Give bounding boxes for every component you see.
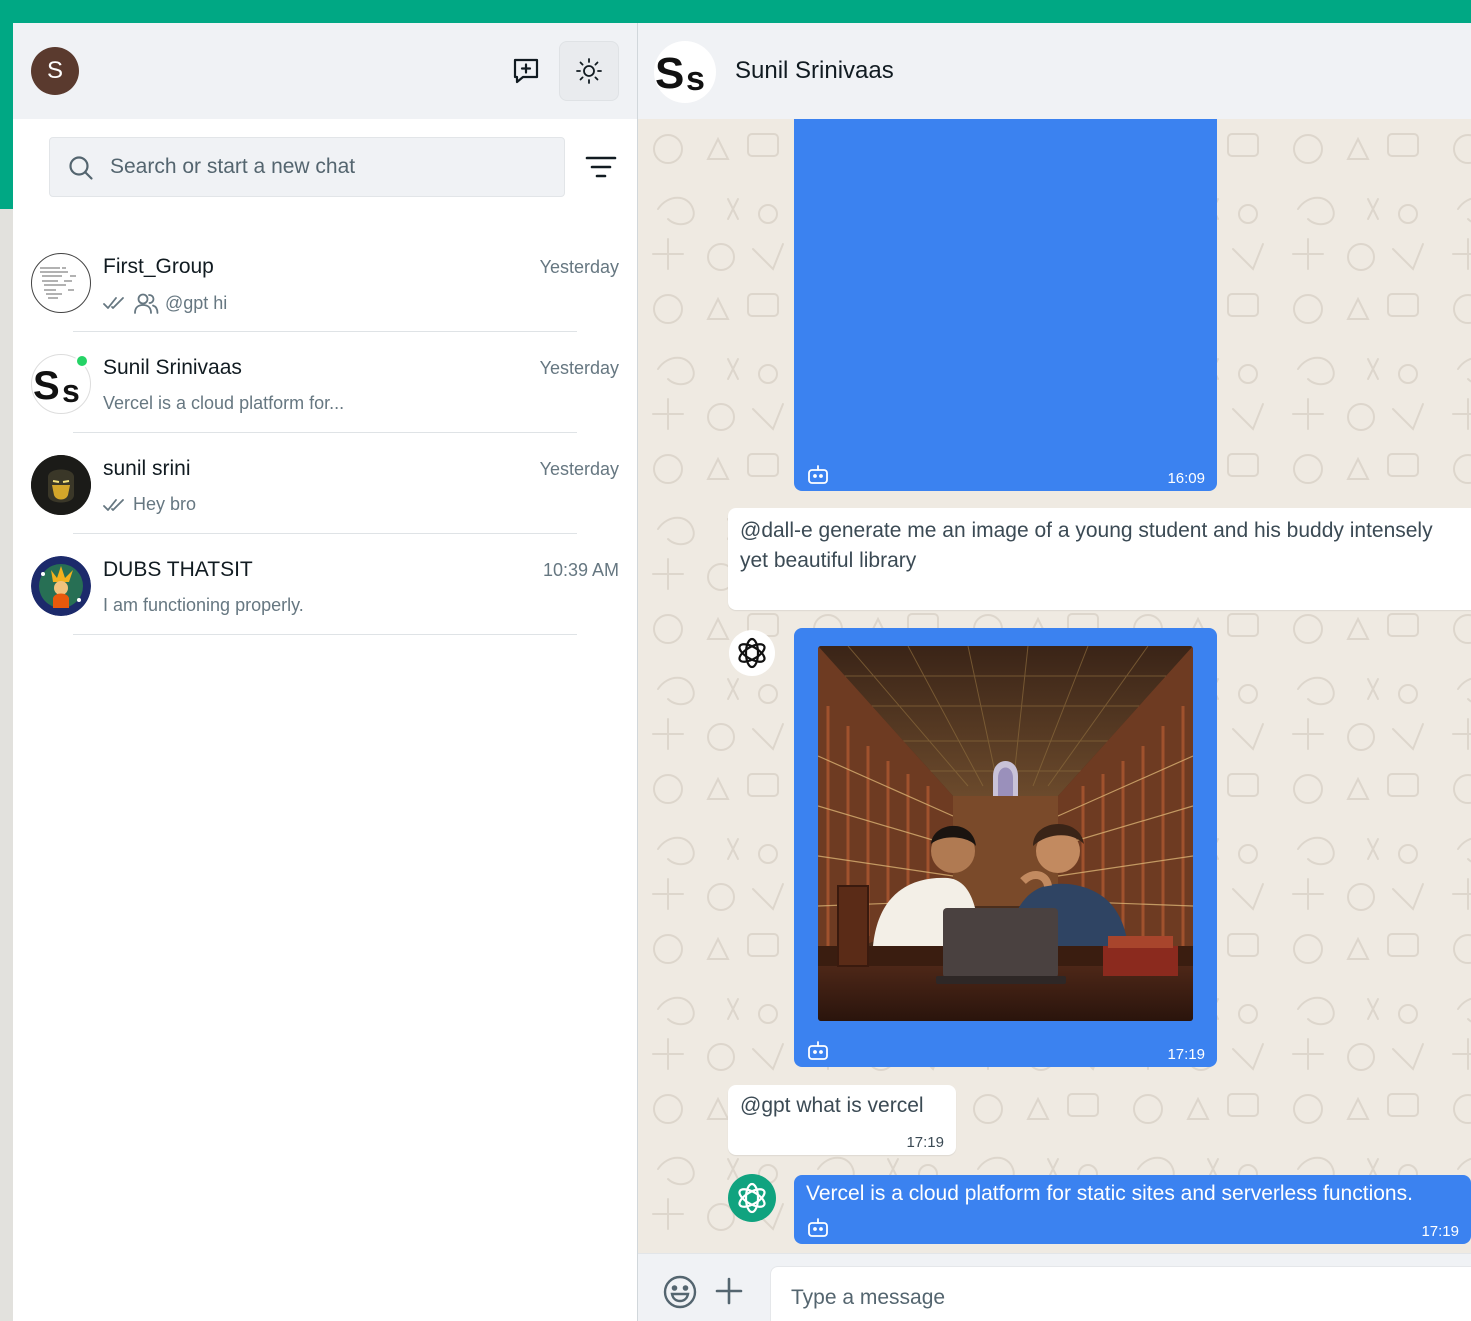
chat-time: 10:39 AM — [542, 560, 619, 580]
svg-text:S: S — [33, 364, 60, 408]
sun-icon — [576, 58, 602, 84]
message-time: 17:19 — [1167, 1046, 1205, 1063]
svg-text:s: s — [686, 60, 705, 98]
filter-button[interactable] — [581, 149, 621, 185]
chat-preview-text: I am functioning properly. — [103, 595, 304, 615]
chat-preview-text: Vercel is a cloud platform for... — [103, 393, 345, 413]
contact-avatar — [31, 556, 91, 616]
chat-name: DUBS THATSIT — [103, 558, 253, 581]
plus-icon[interactable] — [714, 1276, 744, 1306]
user-message[interactable]: @dall-e generate me an image of a young … — [728, 508, 1471, 610]
message-text: @gpt what is vercel — [740, 1094, 924, 1117]
svg-text:s: s — [62, 373, 80, 409]
openai-logo-icon — [738, 1182, 766, 1214]
online-indicator — [75, 354, 89, 368]
search-bar — [49, 137, 565, 197]
group-icon — [134, 293, 159, 314]
new-chat-button[interactable] — [496, 41, 556, 101]
chat-preview-text: Hey bro — [133, 494, 197, 514]
emoji-icon[interactable] — [662, 1274, 698, 1310]
sidebar: S Search or start a new chat First_Group… — [13, 23, 638, 1321]
sidebar-header: S — [13, 23, 637, 119]
chat-name: First_Group — [103, 255, 214, 278]
chat-time: Yesterday — [539, 257, 619, 277]
double-check-icon — [103, 297, 124, 309]
search-icon — [69, 156, 93, 180]
svg-text:S: S — [655, 49, 684, 98]
search-input[interactable] — [110, 138, 550, 196]
message-text: Vercel is a cloud platform for static si… — [806, 1182, 1413, 1205]
new-chat-icon — [513, 58, 539, 84]
double-check-icon — [103, 498, 124, 511]
openai-avatar — [729, 630, 775, 676]
contact-avatar — [31, 455, 91, 515]
openai-avatar — [728, 1174, 776, 1222]
message-input[interactable] — [770, 1266, 1471, 1321]
chat-preview: I am functioning properly. — [103, 595, 304, 616]
divider — [73, 634, 577, 635]
chat-preview: @gpt hi — [103, 292, 227, 314]
bot-icon — [808, 1218, 828, 1237]
conversation-header[interactable]: S s Sunil Srinivaas — [638, 23, 1471, 119]
bot-icon — [808, 1041, 828, 1060]
bot-image-message[interactable]: 16:09 — [794, 119, 1217, 491]
message-text: @dall-e generate me an image of a young … — [740, 519, 1433, 572]
openai-logo-icon — [738, 637, 766, 669]
message-time: 17:19 — [1421, 1223, 1459, 1240]
chat-list-item[interactable]: sunil srini Yesterday Hey bro — [13, 433, 637, 534]
conversation-panel: S s Sunil Srinivaas 16:09 @dall-e genera… — [638, 23, 1471, 1321]
filter-icon — [585, 156, 617, 178]
chat-time: Yesterday — [539, 459, 619, 479]
bot-text-message[interactable]: Vercel is a cloud platform for static si… — [794, 1175, 1471, 1244]
message-time: 17:19 — [906, 1134, 944, 1151]
chat-name: Sunil Srinivaas — [103, 356, 242, 379]
chat-list-item[interactable]: DUBS THATSIT 10:39 AM I am functioning p… — [13, 534, 637, 635]
top-accent-bar — [0, 0, 1471, 23]
generated-image[interactable] — [818, 646, 1193, 1021]
chat-preview: Vercel is a cloud platform for... — [103, 393, 344, 414]
theme-toggle-button[interactable] — [559, 41, 619, 101]
chat-name: sunil srini — [103, 457, 191, 480]
chat-preview-text: @gpt hi — [165, 292, 228, 313]
chat-time: Yesterday — [539, 358, 619, 378]
chat-preview: Hey bro — [103, 494, 196, 515]
message-time: 16:09 — [1167, 470, 1205, 487]
accent-strip — [0, 23, 13, 209]
chat-list-item[interactable]: First_Group Yesterday @gpt hi — [13, 231, 637, 332]
bot-image-message[interactable]: 17:19 — [794, 628, 1217, 1067]
message-area: 16:09 @dall-e generate me an image of a … — [638, 119, 1471, 1253]
chat-list-item[interactable]: S s Sunil Srinivaas Yesterday Vercel is … — [13, 332, 637, 433]
conversation-title: Sunil Srinivaas — [735, 57, 894, 84]
conversation-avatar[interactable]: S s — [654, 41, 716, 103]
user-message[interactable]: @gpt what is vercel 17:19 — [728, 1085, 956, 1155]
my-avatar[interactable]: S — [31, 47, 79, 95]
bot-icon — [808, 465, 828, 484]
group-avatar — [31, 253, 91, 313]
message-composer — [638, 1253, 1471, 1321]
chat-list: First_Group Yesterday @gpt hi S s Sunil … — [13, 231, 637, 635]
